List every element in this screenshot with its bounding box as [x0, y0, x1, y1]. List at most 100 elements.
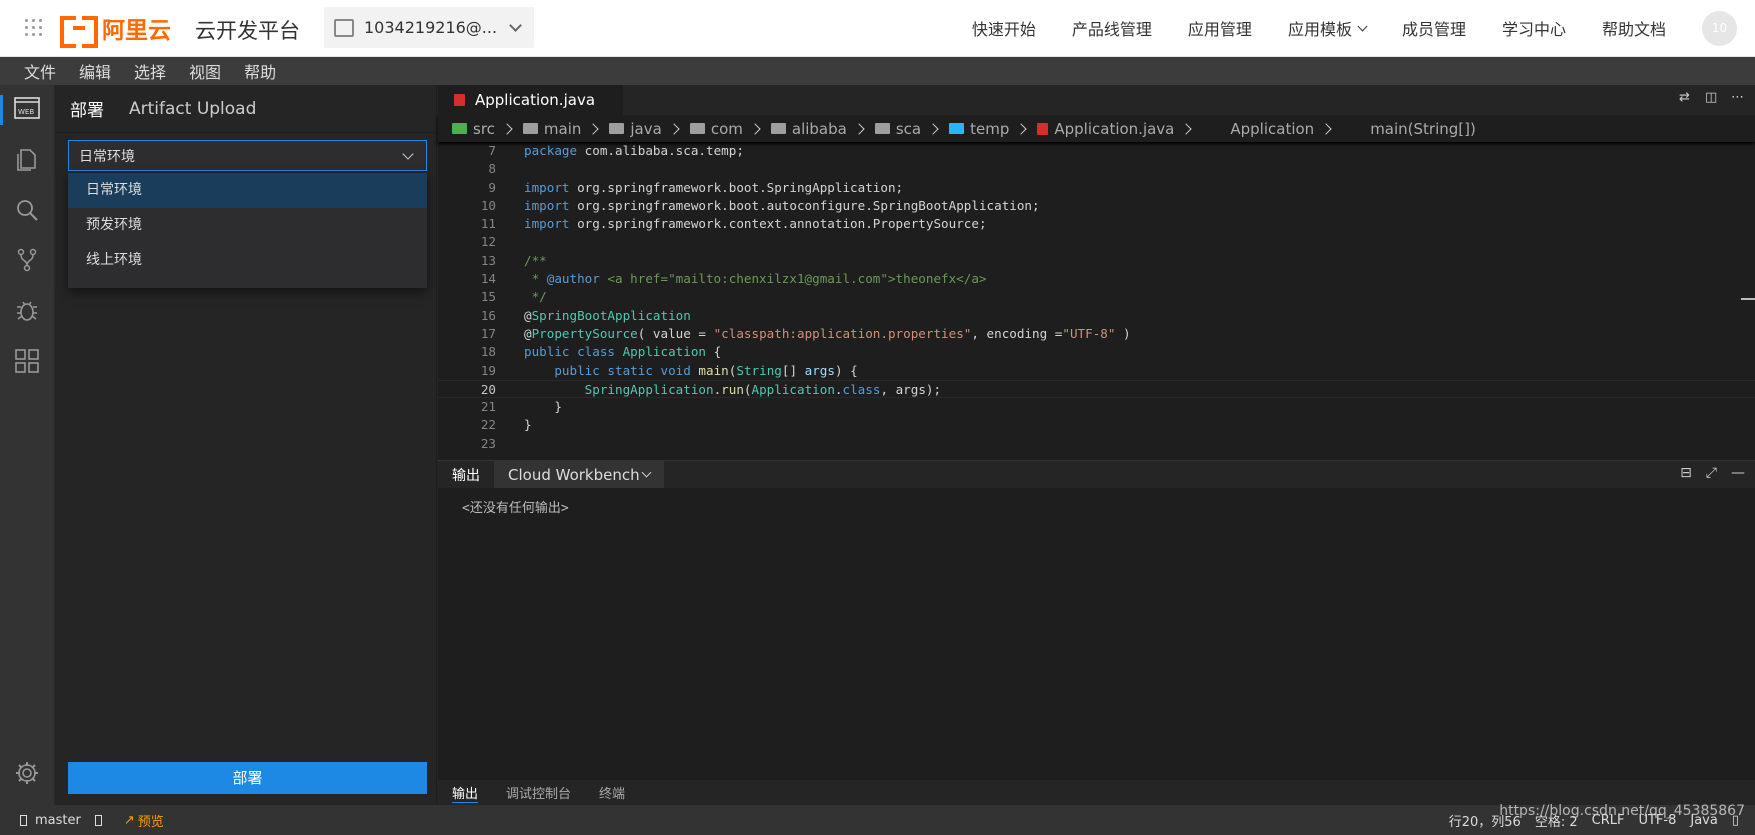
account-selector[interactable]: 1034219216@... [324, 7, 534, 48]
files-icon[interactable] [14, 147, 40, 173]
output-channel-select[interactable]: Cloud Workbench [494, 461, 664, 488]
chevron-down-icon [641, 467, 652, 478]
menu-selection[interactable]: 选择 [134, 59, 166, 83]
menu-file[interactable]: 文件 [24, 59, 56, 83]
app-grid-icon[interactable] [25, 19, 43, 37]
code-line[interactable]: 7 package com.alibaba.sca.temp; [438, 142, 1755, 160]
folder-icon [609, 123, 625, 134]
code-line[interactable]: 12 [438, 233, 1755, 251]
scrollbar-marker[interactable] [1741, 298, 1755, 300]
bottom-panel-tabs: 输出 调试控制台 终端 [438, 780, 1755, 805]
editor-tab-application-java[interactable]: Application.java [438, 85, 623, 115]
code-line[interactable]: 18 public class Application { [438, 343, 1755, 361]
option-prod-env[interactable]: 线上环境 [68, 243, 427, 278]
crumb-main[interactable]: main [522, 120, 581, 138]
code-line[interactable]: 16 @SpringBootApplication [438, 307, 1755, 325]
code-line[interactable]: 15 */ [438, 288, 1755, 306]
option-daily-env[interactable]: 日常环境 [68, 173, 427, 208]
crumb-label: Application [1230, 119, 1315, 138]
tab-output[interactable]: 输出 [452, 783, 479, 803]
crumb-temp[interactable]: temp [949, 120, 1009, 138]
crumb-label: main(String[]) [1370, 119, 1476, 138]
code-line[interactable]: 8 [438, 160, 1755, 178]
line-number: 21 [480, 399, 496, 415]
code-area[interactable]: 7 package com.alibaba.sca.temp; 8 9 import o… [438, 142, 1755, 453]
aliyun-logo[interactable]: 阿里云 [60, 12, 171, 48]
account-name: 1034219216@... [364, 18, 498, 37]
menu-edit[interactable]: 编辑 [79, 59, 111, 83]
nav-members[interactable]: 成员管理 [1402, 16, 1466, 40]
deploy-button[interactable]: 部署 [68, 762, 427, 794]
split-editor-icon[interactable]: ◫ [1705, 91, 1719, 105]
code-line[interactable]: 17 @PropertySource( value = "classpath:ap… [438, 325, 1755, 343]
code-line[interactable]: 21 } [438, 398, 1755, 416]
code-line[interactable]: 10 import org.springframework.boot.autoco… [438, 197, 1755, 215]
environment-select[interactable]: 日常环境 [68, 140, 427, 171]
crumb-sca[interactable]: sca [874, 120, 921, 138]
code-line[interactable]: 9 import org.springframework.boot.SpringA… [438, 179, 1755, 197]
code-editor: Application.java ⇄ ◫ ⋯ src main java com… [438, 85, 1755, 460]
avatar[interactable]: 10 [1702, 10, 1737, 46]
chevron-right-icon [1180, 122, 1193, 135]
logo-text: 阿里云 [102, 18, 171, 44]
crumb-java[interactable]: java [609, 120, 662, 138]
settings-icon[interactable] [14, 760, 40, 786]
menu-view[interactable]: 视图 [189, 59, 221, 83]
crumb-src[interactable]: src [452, 120, 495, 138]
nav-product-line[interactable]: 产品线管理 [1072, 16, 1152, 40]
crumb-alibaba[interactable]: alibaba [770, 120, 847, 138]
code-line[interactable]: 11 import org.springframework.context.ann… [438, 215, 1755, 233]
code-line[interactable]: 22} [438, 416, 1755, 434]
source-control-icon[interactable] [14, 247, 40, 273]
line-text: */ [524, 289, 547, 305]
extensions-icon[interactable] [14, 348, 40, 374]
line-text: @SpringBootApplication [524, 307, 691, 323]
branch-icon [20, 814, 27, 826]
active-indicator [0, 95, 3, 125]
tab-debug-console[interactable]: 调试控制台 [506, 783, 571, 802]
folder-icon [770, 123, 786, 134]
chevron-right-icon [501, 122, 513, 135]
maximize-panel-icon[interactable]: ⤢ [1706, 465, 1717, 481]
crumb-com[interactable]: com [689, 120, 743, 138]
code-line[interactable]: 13 /** [438, 252, 1755, 270]
line-number: 12 [480, 234, 496, 250]
tab-terminal[interactable]: 终端 [599, 783, 625, 802]
crumb-method[interactable]: main(String[]) [1370, 120, 1476, 138]
editor-tabs: Application.java ⇄ ◫ ⋯ [438, 85, 1755, 115]
chevron-right-icon [749, 122, 761, 135]
git-branch[interactable]: master [35, 813, 81, 828]
web-deploy-icon[interactable]: WEB [14, 95, 40, 121]
code-line[interactable]: 14 * @author <a href="mailto:chenxilzx1@… [438, 270, 1755, 288]
option-pre-env[interactable]: 预发环境 [68, 208, 427, 243]
crumb-file[interactable]: Application.java [1037, 120, 1174, 138]
sync-icon[interactable] [94, 814, 102, 826]
nav-help-docs[interactable]: 帮助文档 [1602, 16, 1666, 40]
crumb-label: src [473, 119, 495, 138]
code-line[interactable]: 20 SpringApplication.run(Application.cla… [438, 379, 1755, 399]
crumb-class[interactable]: Application [1230, 120, 1314, 138]
compare-icon[interactable]: ⇄ [1679, 91, 1693, 105]
deploy-sidebar: 部署 Artifact Upload 日常环境 日常环境 预发环境 线上环境 部… [56, 85, 437, 805]
nav-app-templates[interactable]: 应用模板 [1288, 16, 1368, 40]
search-icon[interactable] [14, 197, 40, 223]
menu-help[interactable]: 帮助 [244, 59, 276, 83]
more-icon[interactable]: ⋯ [1731, 91, 1745, 105]
nav-quick-start[interactable]: 快速开始 [972, 16, 1036, 40]
code-line[interactable]: 19 public static void main(String[] args… [438, 362, 1755, 380]
chevron-right-icon [1320, 122, 1332, 135]
status-bar: master ↗ 预览 行20，列56 空格: 2 CRLF UTF-8 Java… [0, 805, 1755, 835]
minimize-panel-icon[interactable]: — [1731, 465, 1745, 481]
preview-button[interactable]: ↗ 预览 [124, 811, 164, 830]
nav-app-management[interactable]: 应用管理 [1188, 16, 1252, 40]
panel-output-label: 输出 [452, 467, 480, 484]
folder-icon [949, 123, 965, 134]
debug-icon[interactable] [14, 297, 40, 323]
folder-icon [689, 123, 705, 134]
clear-output-icon[interactable]: ⊟ [1680, 465, 1692, 481]
nav-learning[interactable]: 学习中心 [1502, 16, 1566, 40]
code-line[interactable]: 23 [438, 435, 1755, 453]
tab-artifact-upload[interactable]: Artifact Upload [129, 99, 256, 119]
line-number: 22 [480, 417, 496, 433]
tab-deploy[interactable]: 部署 [70, 96, 104, 121]
